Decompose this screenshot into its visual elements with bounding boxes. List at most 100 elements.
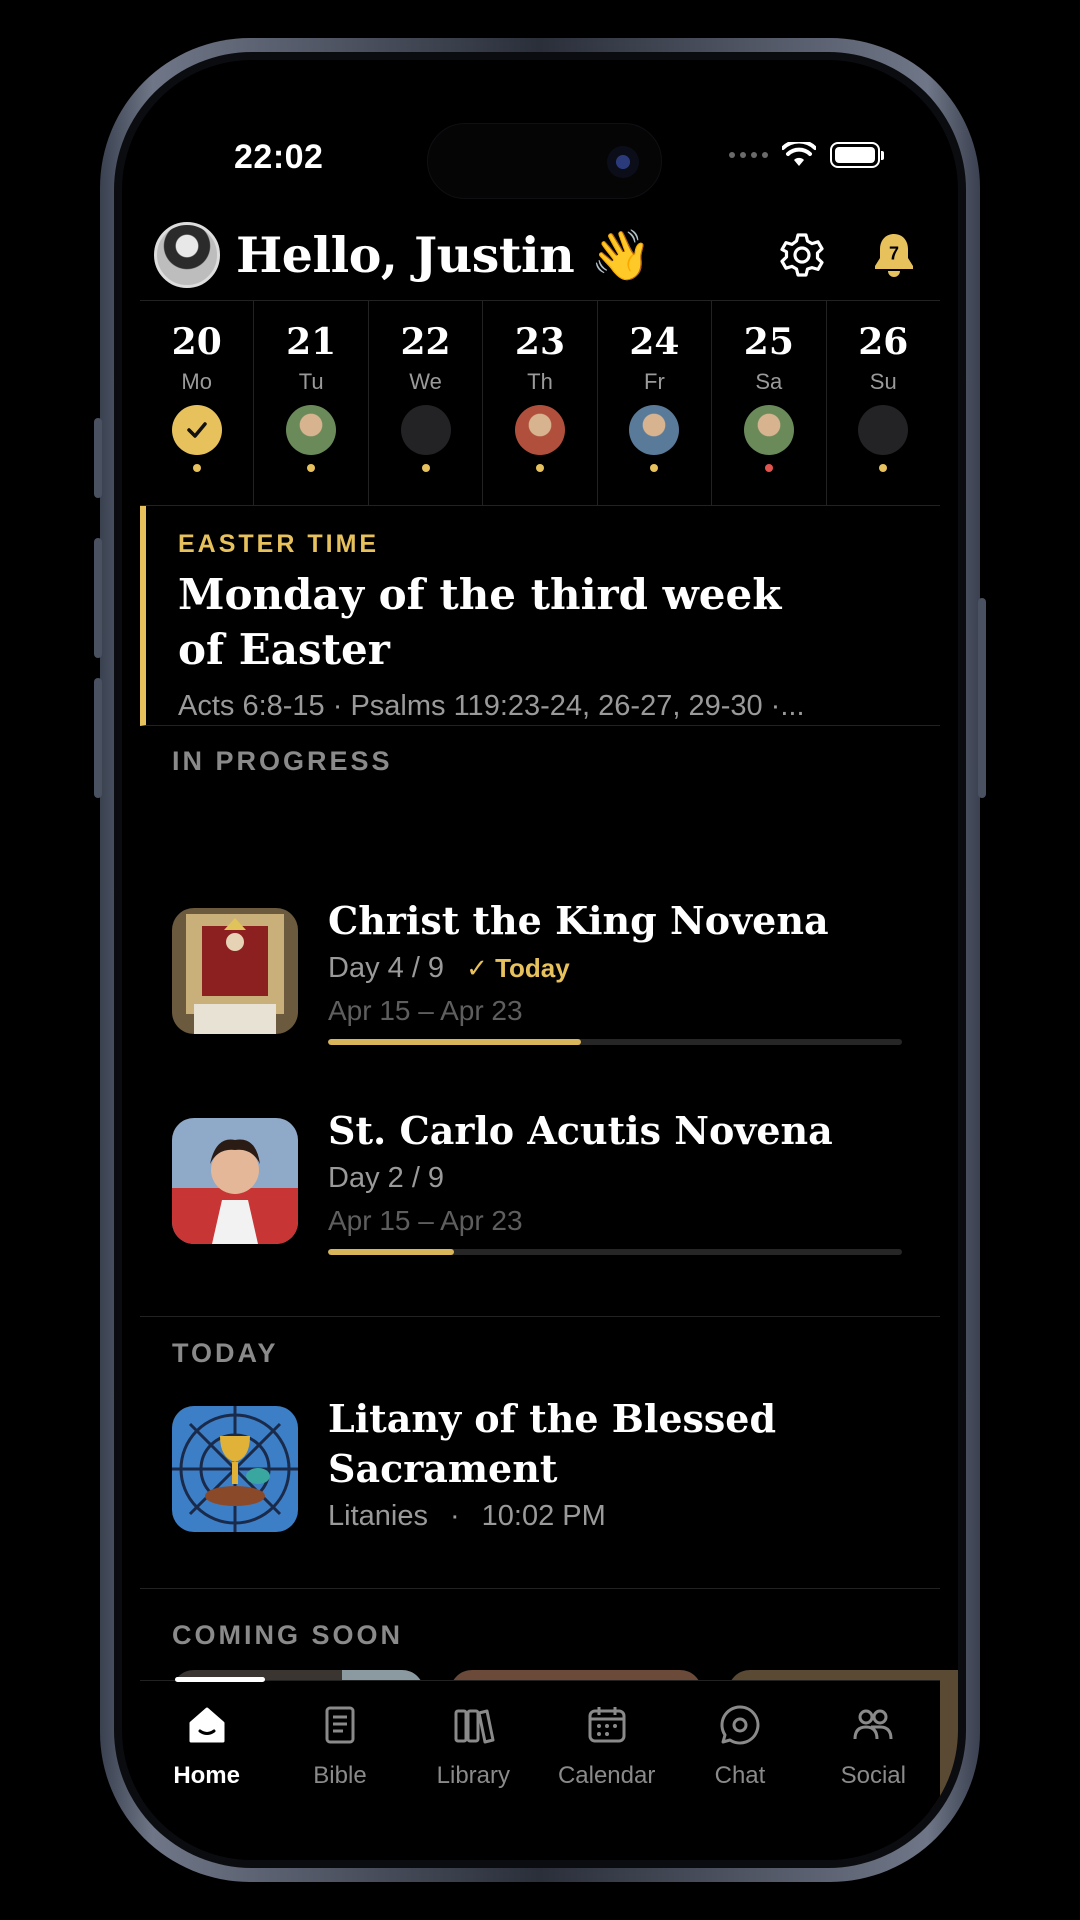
item-category: Litanies: [328, 1500, 428, 1533]
day-sa[interactable]: 25 Sa: [712, 301, 827, 505]
day-name: Tu: [298, 369, 324, 394]
day-number: 22: [400, 321, 451, 363]
day-fr[interactable]: 24 Fr: [598, 301, 713, 505]
day-indicator-dot: [535, 464, 544, 472]
action-button: [94, 418, 102, 498]
day-indicator-dot: [764, 464, 773, 472]
day-name: We: [409, 369, 442, 394]
social-icon: [851, 1703, 895, 1752]
status-time: 22:02: [234, 138, 324, 176]
volume-down-button: [94, 678, 102, 798]
day-number: 25: [743, 321, 794, 363]
day-su[interactable]: 26 Su: [827, 301, 940, 505]
status-indicators: [729, 142, 884, 168]
settings-button[interactable]: [776, 229, 828, 281]
day-number: 24: [629, 321, 680, 363]
item-title: Christ the King Novena: [328, 898, 829, 943]
header-actions: 7: [776, 229, 920, 281]
item-dates: Apr 15 – Apr 23: [328, 1205, 523, 1237]
day-indicator-dot: [879, 464, 888, 472]
tab-label: Social: [840, 1762, 906, 1789]
item-title: St. Carlo Acutis Novena: [328, 1108, 833, 1153]
greeting: Hello, Justin 👋: [236, 226, 652, 284]
header: Hello, Justin 👋 7: [154, 220, 920, 290]
week-strip: 20 Mo 21 Tu 22 We 23 Th 24 Fr 25 Sa 26 Su: [140, 300, 940, 506]
day-number: 26: [858, 321, 909, 363]
tab-library[interactable]: Library: [407, 1681, 540, 1860]
tab-bible[interactable]: Bible: [273, 1681, 406, 1860]
christ-the-king-thumbnail: [172, 908, 298, 1034]
item-title: Litany of the Blessed Sacrament: [328, 1396, 777, 1492]
chat-icon: [718, 1703, 762, 1752]
signal-icon: [729, 152, 768, 158]
gear-icon: [780, 233, 824, 277]
day-name: Th: [527, 369, 553, 394]
screen: 22:02 Hello, Justin 👋 7 20 Mo 21 Tu 22 W…: [122, 60, 958, 1860]
day-name: Fr: [644, 369, 665, 394]
section-title-today: TODAY: [172, 1338, 279, 1368]
home-icon: [185, 1703, 229, 1752]
item-day: Day 2 / 9: [328, 1162, 445, 1195]
day-number: 23: [514, 321, 566, 363]
tab-label: Chat: [714, 1762, 766, 1789]
item-time: 10:02 PM: [481, 1500, 606, 1533]
tab-label: Library: [436, 1762, 510, 1789]
day-indicator-dot: [421, 464, 430, 472]
day-tu[interactable]: 21 Tu: [254, 301, 369, 505]
day-indicator-dot: [307, 464, 316, 472]
day-mo[interactable]: 20 Mo: [140, 301, 255, 505]
tab-label: Calendar: [557, 1762, 656, 1789]
tab-chat[interactable]: Chat: [673, 1681, 806, 1860]
item-day: Day 4 / 9: [328, 952, 445, 985]
camera-icon: [607, 146, 639, 178]
empty-day-circle: [400, 405, 451, 455]
saint-avatar: [286, 405, 337, 455]
carlo-acutis-thumbnail: [172, 1118, 298, 1244]
separator: ·: [449, 1500, 460, 1533]
notifications-button[interactable]: 7: [868, 229, 920, 281]
tab-home[interactable]: Home: [140, 1681, 273, 1860]
volume-up-button: [94, 538, 102, 658]
section-title-coming-soon: COMING SOON: [172, 1620, 404, 1650]
tab-indicator: [175, 1677, 265, 1682]
saint-avatar: [514, 405, 565, 455]
battery-icon: [830, 142, 884, 168]
calendar-icon: [585, 1703, 629, 1752]
novena-item-carlo-acutis[interactable]: St. Carlo Acutis Novena Day 2 / 9 Apr 15…: [172, 1106, 902, 1256]
novena-item-christ-the-king[interactable]: Christ the King Novena Day 4 / 9 ✓ Today…: [172, 896, 902, 1046]
wifi-icon: [782, 142, 816, 166]
day-number: 21: [286, 321, 337, 363]
avatar[interactable]: [154, 222, 220, 288]
today-badge: ✓ Today: [466, 953, 570, 984]
day-th[interactable]: 23 Th: [483, 301, 598, 505]
today-item-litany[interactable]: Litany of the Blessed Sacrament Litanies…: [172, 1394, 902, 1533]
divider: [140, 1316, 940, 1317]
dynamic-island: [427, 123, 662, 199]
tab-label: Bible: [313, 1762, 367, 1789]
divider: [140, 1588, 940, 1589]
season-title: Monday of the third week of Easter: [178, 570, 782, 675]
day-name: Su: [869, 369, 897, 394]
section-title-in-progress: IN PROGRESS: [172, 746, 393, 776]
saint-avatar: [743, 405, 794, 455]
progress-bar: [328, 1249, 902, 1256]
tab-social[interactable]: Social: [807, 1681, 940, 1860]
notification-count: 7: [888, 243, 900, 264]
day-name: Sa: [755, 369, 783, 394]
tab-bar: Home Bible Library Calendar Chat Social: [140, 1677, 940, 1860]
day-indicator-dot: [650, 464, 659, 472]
phone-frame: 22:02 Hello, Justin 👋 7 20 Mo 21 Tu 22 W…: [94, 38, 986, 1882]
day-name: Mo: [181, 369, 212, 394]
day-we[interactable]: 22 We: [369, 301, 484, 505]
tab-label: Home: [173, 1762, 240, 1789]
library-icon: [451, 1703, 495, 1752]
saint-avatar: [629, 405, 680, 455]
season-card[interactable]: EASTER TIME Monday of the third week of …: [140, 506, 940, 726]
season-readings: Acts 6:8-15 · Psalms 119:23-24, 26-27, 2…: [178, 689, 805, 722]
tab-calendar[interactable]: Calendar: [540, 1681, 673, 1860]
litany-thumbnail: [172, 1406, 298, 1532]
progress-bar: [328, 1039, 902, 1046]
season-tag: EASTER TIME: [178, 530, 380, 558]
check-icon: [171, 405, 222, 455]
day-number: 20: [171, 321, 222, 363]
